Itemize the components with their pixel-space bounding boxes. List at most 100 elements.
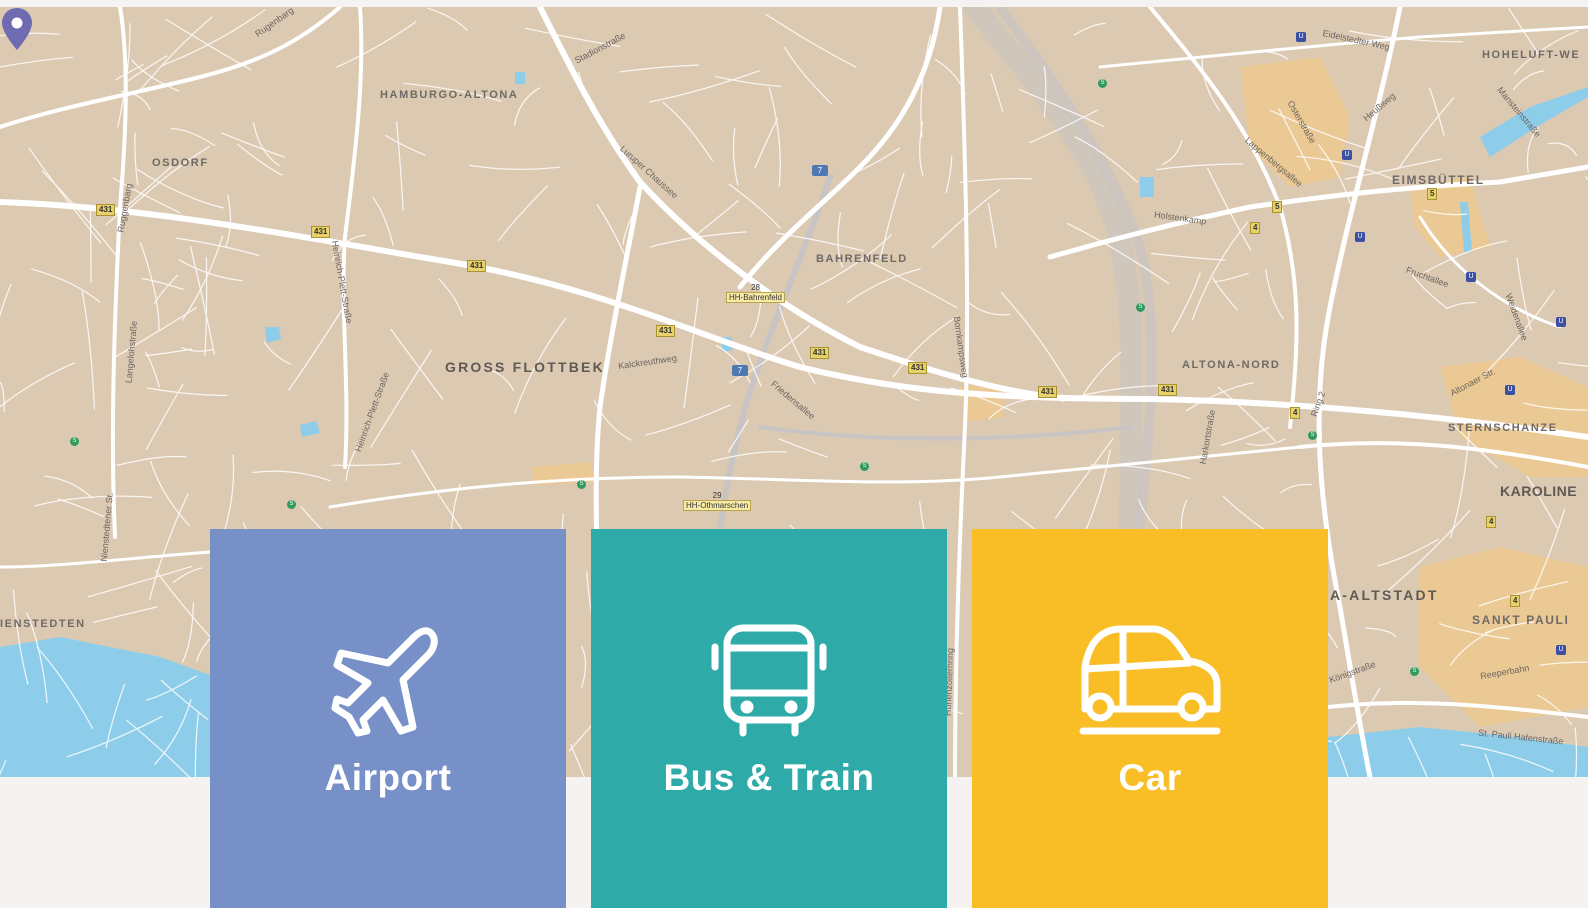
road-shield: 431 (656, 325, 676, 337)
minor-street (1398, 96, 1455, 170)
minor-street (469, 164, 561, 170)
sbahn-icon: S (287, 500, 296, 509)
minor-street (1212, 276, 1238, 311)
station-marker: 28 HH-Bahrenfeld (726, 283, 785, 303)
sbahn-icon: S (70, 437, 79, 446)
airport-label: Airport (324, 757, 452, 798)
minor-street (987, 202, 997, 248)
minor-street (619, 64, 700, 73)
minor-street (224, 193, 231, 248)
district-label: KAROLINE (1500, 483, 1578, 499)
district-label: ALTONA-NORD (1182, 359, 1281, 371)
minor-street (959, 177, 1033, 183)
minor-street (596, 204, 629, 263)
district-label: HOHELUFT-WE (1482, 49, 1581, 61)
minor-street (390, 328, 444, 400)
minor-street (134, 132, 139, 186)
minor-street (153, 274, 179, 305)
minor-street (372, 196, 394, 246)
minor-street (181, 235, 224, 321)
bus-train-tile[interactable]: Bus & Train (591, 529, 947, 908)
minor-street (1246, 438, 1286, 446)
minor-street (645, 404, 731, 436)
road-shield: 4 (1510, 595, 1521, 607)
minor-street (144, 351, 160, 388)
car-label: Car (1118, 757, 1182, 798)
airport-tile[interactable]: Airport (210, 529, 566, 908)
minor-street (236, 143, 283, 176)
minor-street (696, 200, 739, 235)
minor-street (580, 645, 587, 689)
minor-street (683, 297, 699, 409)
minor-street (288, 309, 343, 391)
minor-street (754, 118, 779, 169)
minor-street (1191, 221, 1249, 321)
road-shield: 431 (810, 347, 830, 359)
sbahn-icon: S (1308, 431, 1317, 440)
minor-street (1217, 386, 1276, 442)
road-shield: 4 (1290, 407, 1301, 419)
minor-street (176, 237, 260, 257)
airplane-icon (210, 623, 566, 737)
minor-street (846, 268, 921, 304)
ubahn-icon: U (1556, 645, 1566, 655)
minor-street (1220, 426, 1270, 446)
minor-street (1365, 627, 1397, 638)
minor-street (57, 498, 105, 518)
minor-street (396, 121, 404, 211)
minor-street (1073, 22, 1106, 36)
district-label: SANKT PAULI (1472, 613, 1570, 627)
district-label: HAMBURGO-ALTONA (380, 89, 519, 101)
road-shield: 5 (1427, 188, 1438, 200)
district-label: IENSTEDTEN (0, 618, 86, 630)
ubahn-icon: U (1505, 385, 1515, 395)
minor-street (172, 567, 203, 584)
car-tile[interactable]: Car (972, 529, 1328, 908)
minor-street (0, 381, 5, 413)
district-label: EIMSBÜTTEL (1392, 173, 1485, 187)
minor-street (223, 454, 235, 534)
district-label: BAHRENFELD (816, 253, 908, 265)
minor-street (783, 46, 833, 105)
minor-street (1547, 142, 1578, 157)
ubahn-icon: U (1556, 317, 1566, 327)
minor-street (123, 55, 168, 84)
minor-street (1446, 302, 1476, 310)
minor-street (171, 128, 216, 147)
location-pin-icon[interactable] (0, 7, 34, 51)
minor-street (1213, 272, 1249, 283)
minor-street (92, 606, 158, 623)
sbahn-icon: S (577, 480, 586, 489)
minor-street (1280, 483, 1313, 494)
minor-street (728, 183, 782, 230)
ubahn-icon: U (1466, 272, 1476, 282)
minor-street (0, 283, 12, 317)
highway-shield: 7 (812, 165, 828, 176)
minor-street (768, 87, 781, 187)
minor-street (149, 460, 191, 527)
minor-street (87, 565, 192, 598)
minor-street (384, 134, 426, 156)
road-shield: 431 (908, 362, 928, 374)
road-shield: 5 (1272, 201, 1283, 213)
minor-street (968, 302, 1011, 316)
minor-street (711, 451, 787, 463)
minor-street (1151, 252, 1226, 261)
minor-street (141, 277, 184, 290)
minor-street (44, 475, 94, 499)
minor-street (662, 101, 714, 162)
minor-street (765, 13, 857, 68)
ubahn-icon: U (1342, 150, 1352, 160)
sbahn-icon: S (1098, 79, 1107, 88)
minor-street (81, 290, 96, 410)
minor-street (178, 259, 243, 282)
minor-street (648, 70, 760, 103)
minor-street (438, 278, 463, 317)
sbahn-icon: S (1410, 667, 1419, 676)
minor-street (1162, 139, 1183, 166)
sbahn-icon: S (860, 462, 869, 471)
minor-street (732, 127, 739, 186)
minor-street (145, 383, 184, 450)
bus-train-label: Bus & Train (663, 757, 875, 798)
bus-icon (591, 623, 947, 737)
